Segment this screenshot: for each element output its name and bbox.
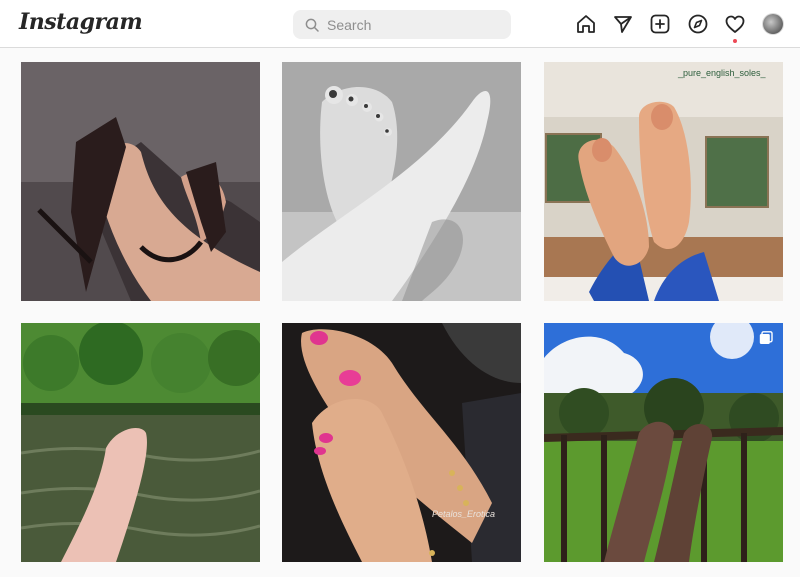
top-nav-bar: Instagram <box>0 0 800 48</box>
post-tile[interactable] <box>544 323 783 562</box>
search-icon <box>305 18 319 32</box>
multi-photo-icon <box>759 331 773 344</box>
search-bar[interactable] <box>293 10 511 39</box>
post-image <box>544 62 783 301</box>
instagram-logo[interactable]: Instagram <box>19 9 143 35</box>
post-tile[interactable]: _pure_english_soles_ <box>544 62 783 301</box>
direct-icon[interactable] <box>612 13 634 35</box>
post-image <box>21 323 260 562</box>
watermark-text: _pure_english_soles_ <box>678 68 766 78</box>
watermark-text: Petalos_Erotica <box>432 509 496 519</box>
new-post-icon[interactable] <box>649 13 671 35</box>
post-image <box>544 323 783 562</box>
post-tile[interactable]: Petalos_Erotica <box>282 323 521 562</box>
post-image <box>282 323 521 562</box>
post-image <box>282 62 521 301</box>
profile-avatar[interactable] <box>763 14 783 34</box>
activity-icon[interactable] <box>724 13 746 35</box>
post-tile[interactable] <box>21 323 260 562</box>
post-tile[interactable] <box>282 62 521 301</box>
notification-dot <box>733 39 737 43</box>
post-image <box>21 62 260 301</box>
search-input[interactable] <box>327 10 503 39</box>
explore-icon[interactable] <box>687 13 709 35</box>
home-icon[interactable] <box>575 13 597 35</box>
post-tile[interactable] <box>21 62 260 301</box>
